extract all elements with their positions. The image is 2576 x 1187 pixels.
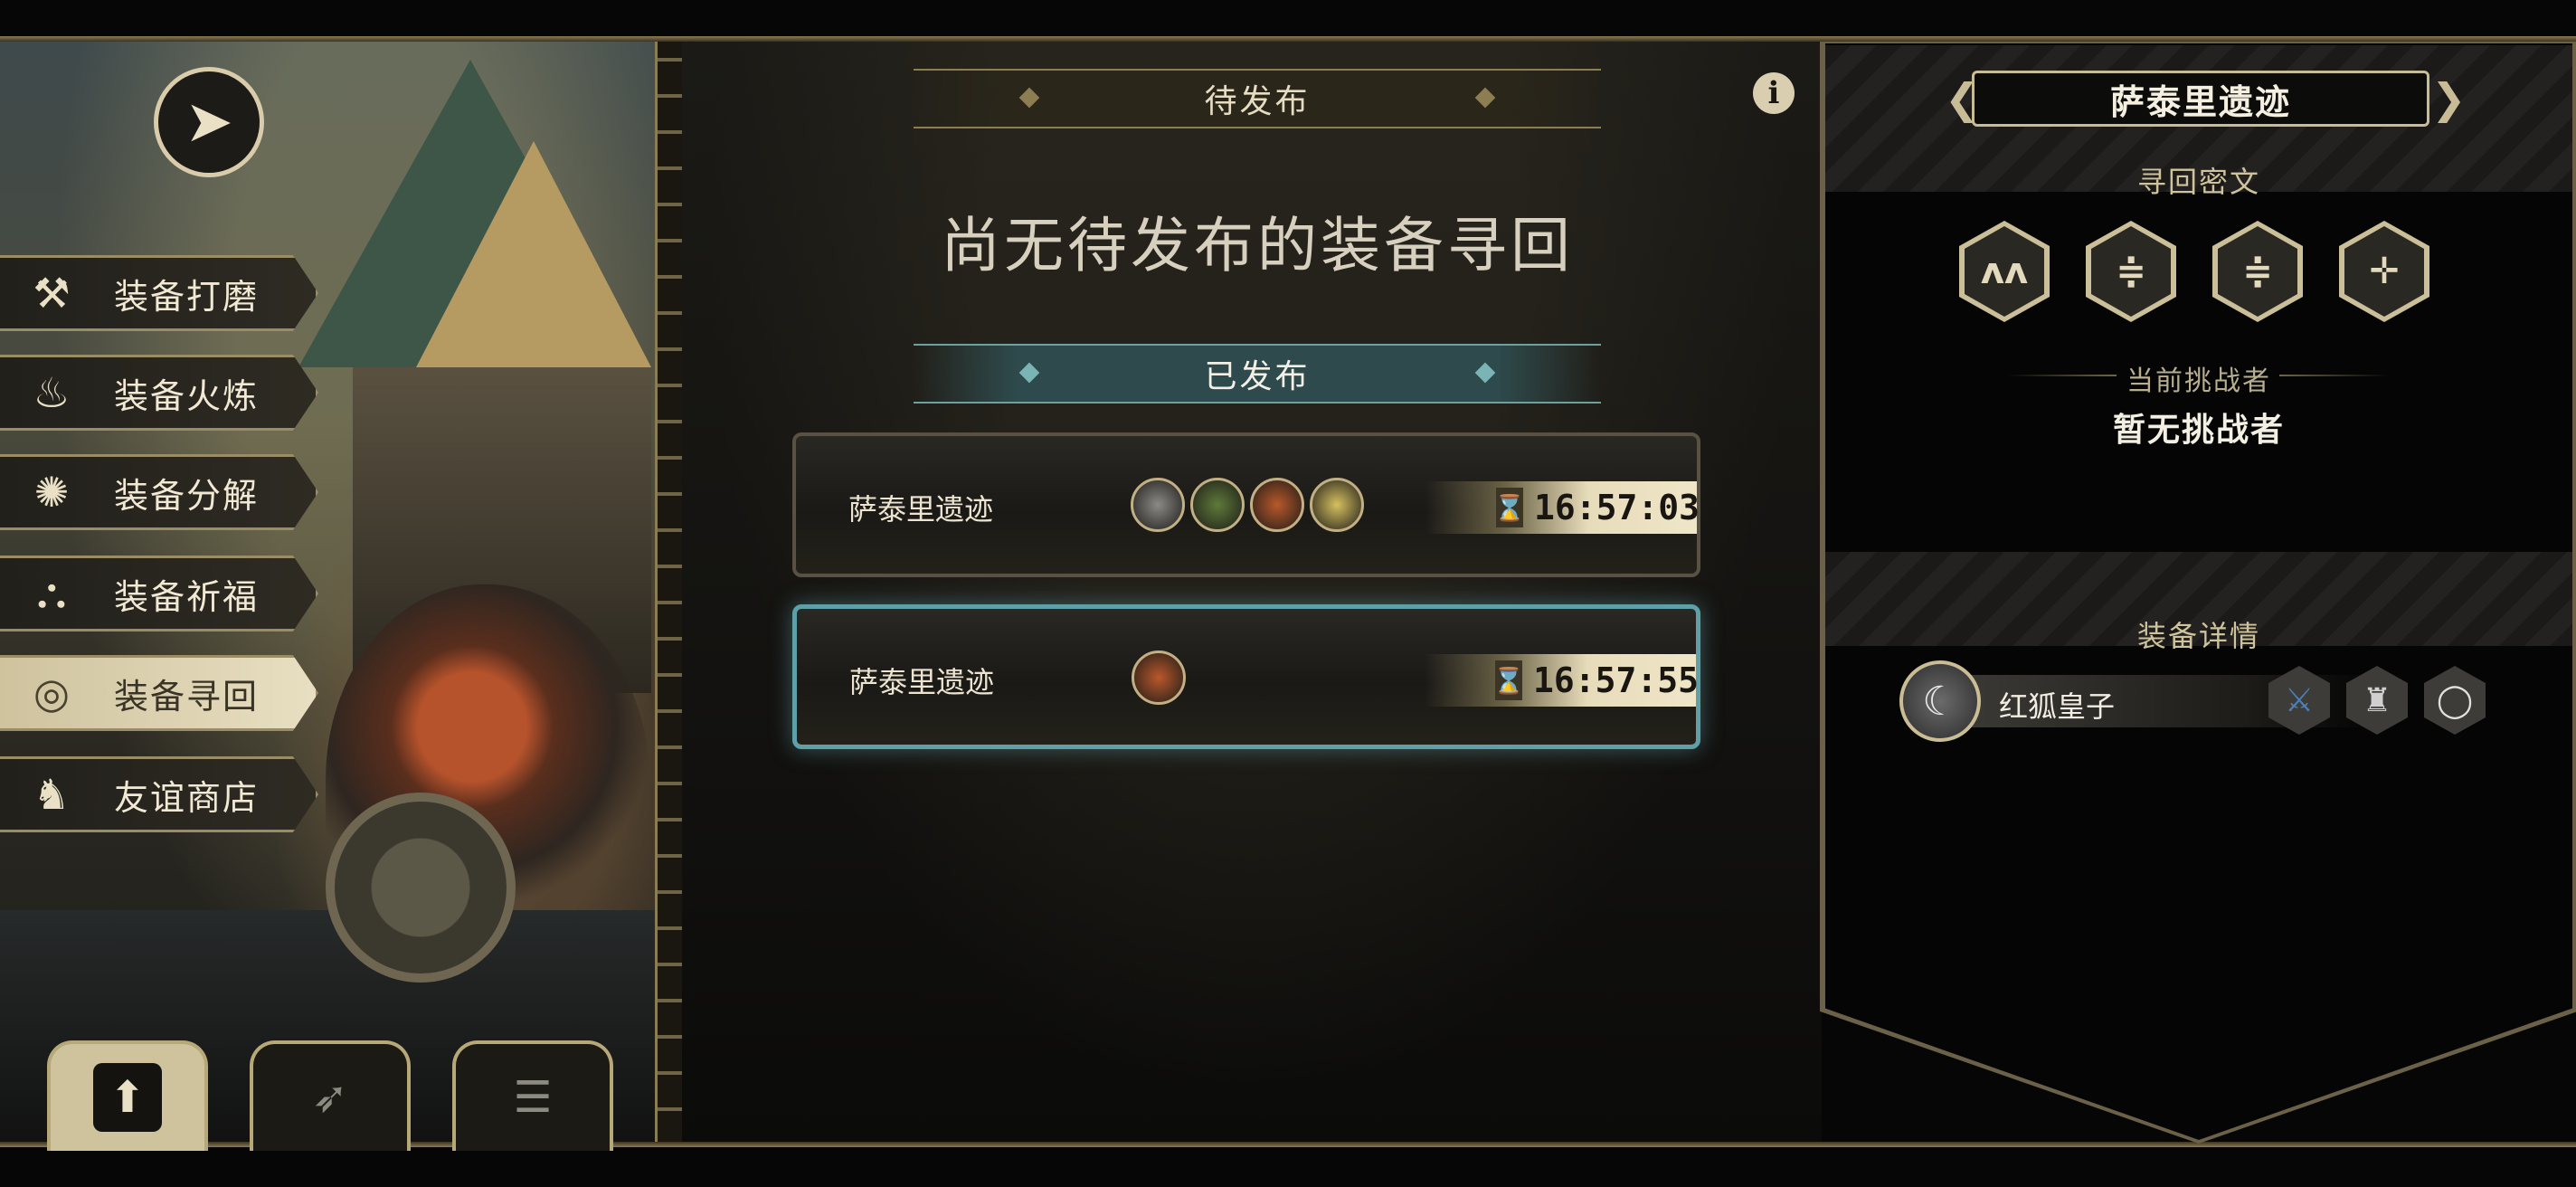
info-icon[interactable]: i — [1753, 72, 1795, 114]
entry-location: 萨泰里遗迹 — [849, 665, 995, 699]
challenger-avatar[interactable] — [1131, 478, 1185, 532]
entry-timer: ⌛ 16:57:55 — [1425, 654, 1700, 707]
challenger-avatar[interactable] — [1132, 650, 1186, 705]
challenger-avatars — [1131, 478, 1364, 532]
menu-item-2[interactable]: ♨ 装备火炼 — [0, 355, 318, 431]
hammer-icon: ⚒ — [33, 269, 71, 318]
equipment-title: 装备详情 — [2136, 619, 2260, 653]
fox-icon: ♞ — [33, 770, 71, 819]
character-avatar[interactable]: ☾ — [1899, 660, 1981, 742]
flame-icon: ♨ — [33, 368, 71, 417]
house-gable — [416, 141, 651, 367]
list-button[interactable]: ☰ — [452, 1040, 613, 1151]
feather-button[interactable]: ➶ — [250, 1040, 411, 1151]
challenger-avatars — [1132, 650, 1186, 705]
challenger-avatar[interactable] — [1190, 478, 1245, 532]
upload-icon: ⬆ — [93, 1063, 162, 1132]
entry-location: 萨泰里遗迹 — [848, 492, 994, 527]
challenger-avatar[interactable] — [1250, 478, 1304, 532]
pending-title: 待发布 — [1204, 83, 1311, 120]
pending-empty-message: 尚无待发布的装备寻回 — [941, 211, 1574, 280]
menu-item-5[interactable]: ◎ 装备寻回 — [0, 655, 318, 731]
challenger-avatar[interactable] — [1310, 478, 1364, 532]
menu-item-6[interactable]: ♞ 友谊商店 — [0, 756, 318, 832]
back-button[interactable]: ➤ — [154, 67, 264, 177]
menu-item-label: 装备打磨 — [114, 276, 260, 317]
published-entry[interactable]: 萨泰里遗迹 ⌛ 16:57:03 — [792, 432, 1700, 577]
menu-item-1[interactable]: ⚒ 装备打磨 — [0, 255, 318, 331]
location-title: 萨泰里遗迹 — [1972, 71, 2429, 127]
published-entry[interactable]: 萨泰里遗迹 ⌛ 16:57:55 — [792, 604, 1700, 749]
feather-icon: ➶ — [311, 1072, 349, 1123]
menu-item-4[interactable]: ⛬ 装备祈福 — [0, 556, 318, 631]
target-icon: ◎ — [33, 669, 71, 717]
hourglass-icon: ⌛ — [1494, 488, 1525, 527]
hourglass-icon: ⌛ — [1493, 660, 1524, 700]
rune-glyph: ≑ — [2091, 226, 2171, 317]
pending-header: 待发布 — [914, 69, 1601, 128]
entry-timer: ⌛ 16:57:03 — [1425, 481, 1700, 534]
rune-glyph: ʌʌ — [1965, 226, 2044, 317]
published-title: 已发布 — [1204, 358, 1311, 395]
cipher-title: 寻回密文 — [2136, 165, 2260, 199]
diamond-ornament — [1474, 87, 1496, 109]
published-header: 已发布 — [914, 344, 1601, 404]
menu-item-label: 装备分解 — [114, 475, 260, 516]
diamond-ornament — [1018, 87, 1040, 109]
rune-glyph: ≑ — [2218, 226, 2297, 317]
entry-time: 16:57:03 — [1534, 488, 1700, 527]
rune-glyph: ✛ — [2344, 226, 2424, 317]
list-icon: ☰ — [513, 1072, 553, 1123]
menu-item-label: 装备寻回 — [114, 676, 260, 717]
wolf-icon: ☾ — [1922, 678, 1958, 725]
publish-button[interactable]: ⬆ — [47, 1040, 208, 1151]
dismantle-icon: ✺ — [33, 468, 70, 517]
entry-time: 16:57:55 — [1533, 660, 1700, 700]
challenger-label: 当前挑战者 — [2126, 366, 2271, 397]
menu-item-3[interactable]: ✺ 装备分解 — [0, 454, 318, 530]
warrior-shield — [326, 793, 516, 983]
chevron-right-icon: ❯ — [2431, 74, 2467, 123]
menu-item-label: 装备火炼 — [114, 375, 260, 416]
menu-item-label: 友谊商店 — [114, 777, 260, 818]
menu-item-label: 装备祈福 — [114, 576, 260, 617]
arrow-back-icon: ➤ — [185, 89, 233, 156]
equipment-character-name: 红狐皇子 — [1999, 689, 2116, 724]
diamond-ornament — [1018, 362, 1040, 384]
diamond-ornament — [1474, 362, 1496, 384]
challenger-value: 暂无挑战者 — [2112, 412, 2285, 449]
pray-hands-icon: ⛬ — [36, 568, 67, 617]
